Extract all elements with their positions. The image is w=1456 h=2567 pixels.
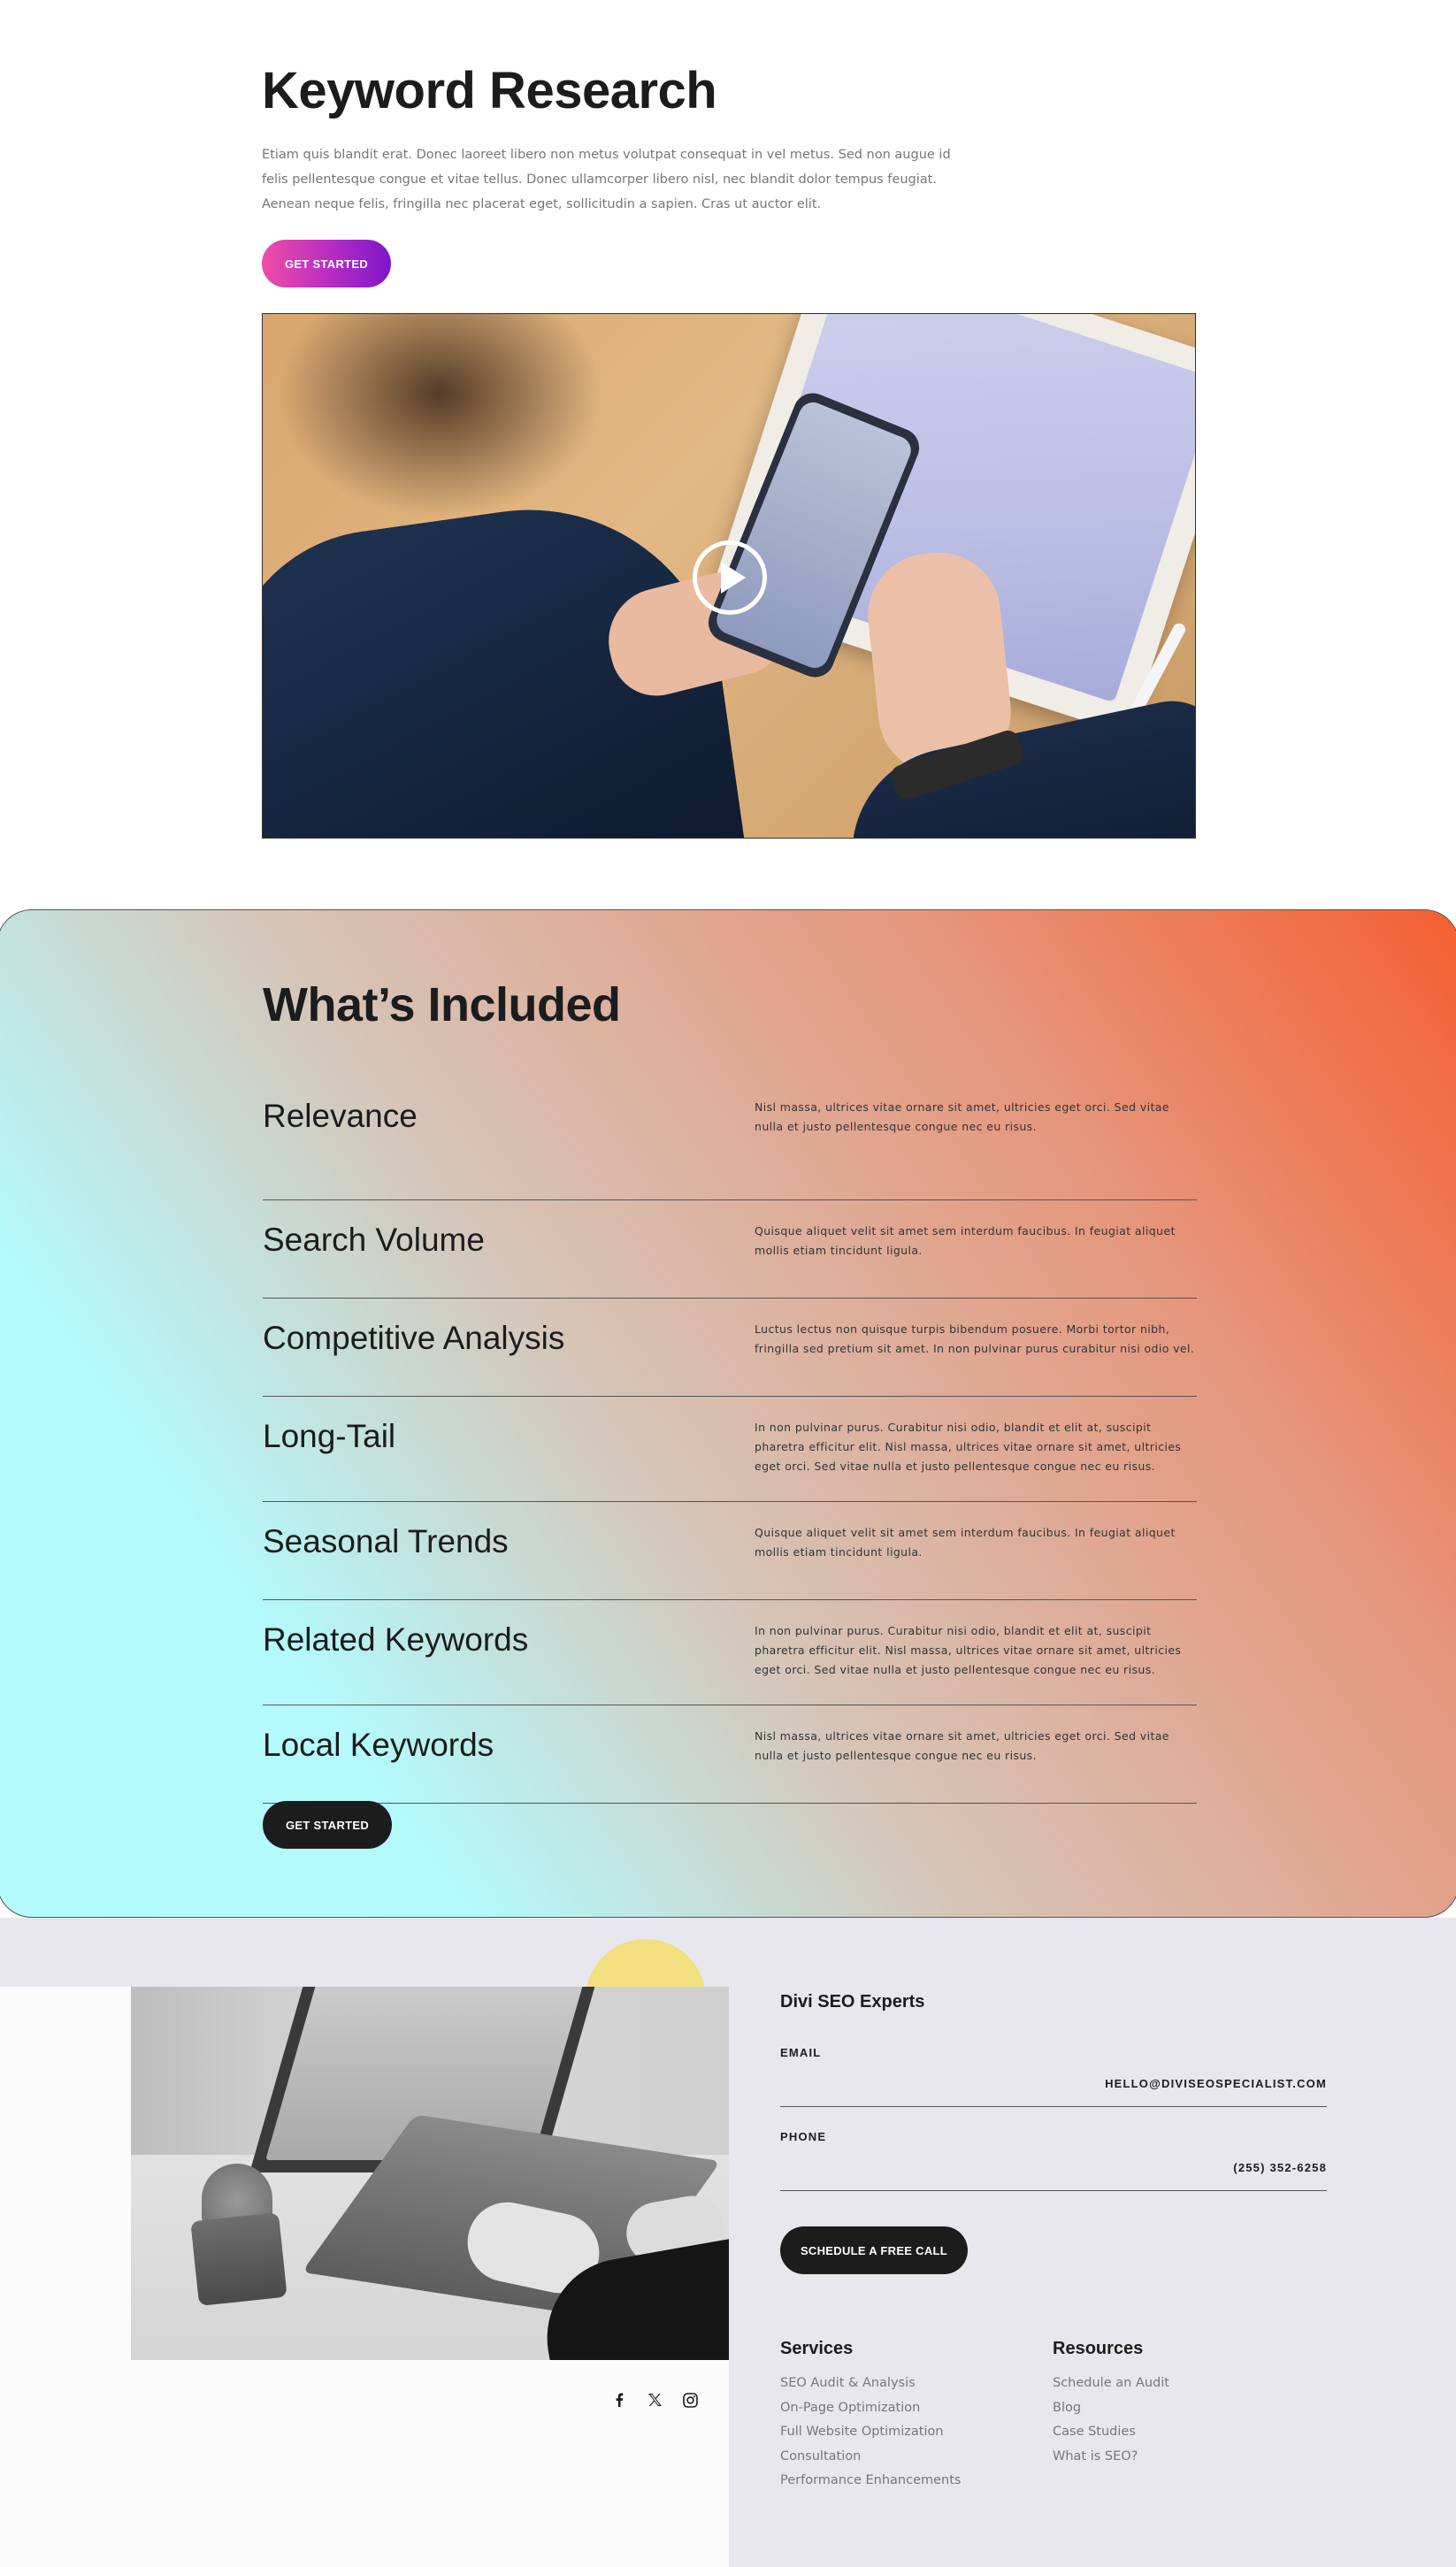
item-text: Luctus lectus non quisque turpis bibendu… bbox=[755, 1322, 1195, 1355]
services-column: Services SEO Audit & Analysis On-Page Op… bbox=[780, 2339, 961, 2494]
item-title: Relevance bbox=[263, 1098, 418, 1134]
item-text: Quisque aliquet velit sit amet sem inter… bbox=[755, 1526, 1176, 1559]
included-item-long-tail: Long-Tail In non pulvinar purus. Curabit… bbox=[263, 1397, 1197, 1502]
video-player[interactable] bbox=[262, 313, 1196, 839]
contact-section: Divi SEO Experts EMAIL HELLO@DIVISEOSPEC… bbox=[0, 1918, 1456, 2567]
phone-value[interactable]: (255) 352-6258 bbox=[780, 2161, 1327, 2191]
get-started-button[interactable]: GET STARTED bbox=[263, 1801, 392, 1849]
item-text: Nisl massa, ultrices vitae ornare sit am… bbox=[755, 1100, 1169, 1133]
get-started-button[interactable]: GET STARTED bbox=[262, 240, 391, 287]
play-icon[interactable] bbox=[693, 540, 767, 615]
included-title: What’s Included bbox=[263, 978, 621, 1031]
services-link[interactable]: Performance Enhancements bbox=[780, 2469, 961, 2494]
laptop-photo bbox=[131, 1987, 729, 2360]
item-text: In non pulvinar purus. Curabitur nisi od… bbox=[755, 1421, 1182, 1473]
resources-link[interactable]: What is SEO? bbox=[1053, 2445, 1169, 2470]
resources-link[interactable]: Blog bbox=[1053, 2396, 1169, 2421]
item-title: Competitive Analysis bbox=[263, 1320, 565, 1356]
resources-link[interactable]: Schedule an Audit bbox=[1053, 2372, 1169, 2396]
included-item-relevance: Relevance Nisl massa, ultrices vitae orn… bbox=[263, 1077, 1197, 1200]
services-link[interactable]: Full Website Optimization bbox=[780, 2420, 961, 2445]
item-text: Nisl massa, ultrices vitae ornare sit am… bbox=[755, 1729, 1169, 1762]
included-section: What’s Included Relevance Nisl massa, ul… bbox=[0, 909, 1456, 1918]
phone-label: PHONE bbox=[780, 2130, 827, 2143]
schedule-call-button[interactable]: SCHEDULE A FREE CALL bbox=[780, 2226, 968, 2274]
item-title: Seasonal Trends bbox=[263, 1523, 509, 1559]
hero-description: Etiam quis blandit erat. Donec laoreet l… bbox=[262, 148, 951, 211]
contact-info: Divi SEO Experts EMAIL HELLO@DIVISEOSPEC… bbox=[780, 1992, 1327, 2191]
x-icon[interactable] bbox=[646, 2391, 663, 2409]
email-value[interactable]: HELLO@DIVISEOSPECIALIST.COM bbox=[780, 2077, 1327, 2107]
resources-link[interactable]: Case Studies bbox=[1053, 2420, 1169, 2445]
item-title: Search Volume bbox=[263, 1222, 485, 1258]
item-title: Related Keywords bbox=[263, 1621, 529, 1658]
included-item-seasonal-trends: Seasonal Trends Quisque aliquet velit si… bbox=[263, 1502, 1197, 1600]
item-title: Long-Tail bbox=[263, 1418, 396, 1454]
resources-heading: Resources bbox=[1053, 2339, 1144, 2358]
facebook-icon[interactable] bbox=[610, 2391, 628, 2409]
resources-column: Resources Schedule an Audit Blog Case St… bbox=[1053, 2339, 1169, 2469]
email-label: EMAIL bbox=[780, 2046, 822, 2059]
item-text: Quisque aliquet velit sit amet sem inter… bbox=[755, 1224, 1176, 1257]
included-item-local-keywords: Local Keywords Nisl massa, ultrices vita… bbox=[263, 1705, 1197, 1804]
company-name: Divi SEO Experts bbox=[780, 1992, 925, 2011]
instagram-icon[interactable] bbox=[681, 2391, 699, 2409]
services-link[interactable]: SEO Audit & Analysis bbox=[780, 2372, 961, 2396]
social-links bbox=[610, 2391, 699, 2409]
included-item-related-keywords: Related Keywords In non pulvinar purus. … bbox=[263, 1600, 1197, 1705]
included-item-search-volume: Search Volume Quisque aliquet velit sit … bbox=[263, 1200, 1197, 1299]
services-heading: Services bbox=[780, 2339, 854, 2358]
item-title: Local Keywords bbox=[263, 1727, 494, 1763]
included-list: Relevance Nisl massa, ultrices vitae orn… bbox=[263, 1077, 1197, 1804]
page-title: Keyword Research bbox=[262, 62, 717, 119]
services-link[interactable]: On-Page Optimization bbox=[780, 2396, 961, 2421]
services-link[interactable]: Consultation bbox=[780, 2445, 961, 2470]
item-text: In non pulvinar purus. Curabitur nisi od… bbox=[755, 1624, 1182, 1676]
included-item-competitive-analysis: Competitive Analysis Luctus lectus non q… bbox=[263, 1299, 1197, 1397]
hero-section: Keyword Research Etiam quis blandit erat… bbox=[0, 0, 1456, 911]
